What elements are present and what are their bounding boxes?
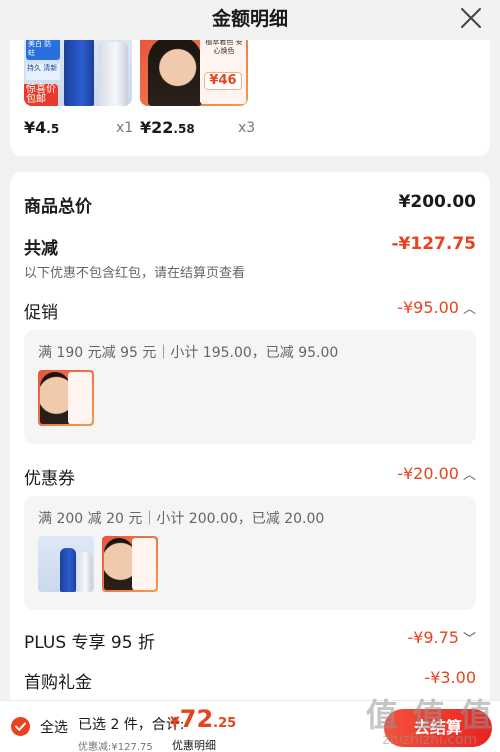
plus-value: -¥9.75 ﹀ (407, 628, 476, 647)
sheet-title: 金额明细 (211, 8, 288, 30)
promotion-row[interactable]: 促销 -¥95.00 ︿ (24, 298, 476, 324)
promotion-rule: 满 190 元减 95 元｜小计 195.00，已减 95.00 (38, 345, 339, 361)
image-tag: 美白 防蛀 (26, 38, 60, 60)
product-box (132, 538, 156, 590)
product-image-hairdye: 植萃着色 安心焕色 ¥46 (140, 34, 248, 106)
product-image-shampoo: 美白 防蛀 持久 清新 惊喜价 包邮 (24, 34, 132, 106)
bottle-shape (64, 36, 94, 106)
sheet-header: 金额明细 (0, 0, 500, 40)
promotion-value: -¥95.00 ︿ (397, 298, 476, 317)
coupon-row[interactable]: 优惠券 -¥20.00 ︿ (24, 464, 476, 490)
product-qty: x3 (238, 120, 256, 136)
reduce-value: -¥127.75 (391, 234, 477, 254)
model-figure (104, 538, 134, 590)
coupon-rule: 满 200 减 20 元｜小计 200.00，已减 20.00 (38, 511, 325, 527)
total-label: 商品总价 (24, 197, 92, 217)
chevron-up-icon[interactable]: ︿ (463, 468, 476, 483)
first-gift-row[interactable]: 首购礼金 -¥3.00 (24, 668, 476, 694)
select-all-label[interactable]: 全选 (40, 717, 68, 737)
product-card: 美白 防蛀 持久 清新 惊喜价 包邮 ¥4.5 x1 植萃着色 安心焕色 ¥46… (10, 34, 490, 156)
image-tag: 持久 清新 (26, 64, 60, 80)
reduce-row: 共减 -¥127.75 (24, 234, 476, 260)
model-figure (40, 372, 70, 424)
total-value: ¥200.00 (398, 192, 476, 212)
coupon-product-thumb-shampoo[interactable] (38, 536, 94, 592)
coupon-value: -¥20.00 ︿ (397, 464, 476, 483)
coupon-product-thumb-hairdye[interactable] (102, 536, 158, 592)
picked-count: 已选 2 件，合计: (78, 717, 185, 733)
product-price: ¥22.58 (140, 118, 195, 137)
chevron-up-icon[interactable]: ︿ (463, 302, 476, 317)
select-all-checkbox[interactable] (11, 717, 30, 736)
image-tag: 惊喜价 包邮 (24, 84, 58, 106)
first-gift-value: -¥3.00 (424, 668, 476, 687)
total-row: 商品总价 ¥200.00 (24, 192, 476, 218)
reduce-note: 以下优惠不包含红包，请在结算页查看 (24, 266, 246, 281)
chevron-down-icon[interactable]: ﹀ (463, 632, 476, 647)
amount-detail-card: 商品总价 ¥200.00 共减 -¥127.75 以下优惠不包含红包，请在结算页… (10, 172, 490, 752)
product-box: 植萃着色 安心焕色 ¥46 (200, 36, 246, 104)
promotion-product-thumb[interactable] (38, 370, 94, 426)
first-gift-label: 首购礼金 (24, 673, 92, 693)
coupon-detail-box: 满 200 减 20 元｜小计 200.00，已减 20.00 (24, 496, 476, 610)
checkmark-icon (15, 722, 26, 731)
discount-summary: 优惠减:¥127.75 (78, 742, 153, 752)
bottle-shape (98, 42, 128, 106)
checkout-bar: 全选 已选 2 件，合计: ¥72.25 优惠减:¥127.75 优惠明细 去结… (0, 700, 500, 752)
bottle-shape (76, 552, 92, 592)
plus-label: PLUS 专享 95 折 (24, 633, 155, 653)
reduce-label: 共减 (24, 239, 58, 259)
checkout-button[interactable]: 去结算 (384, 709, 492, 747)
model-figure (148, 36, 202, 106)
close-icon[interactable] (458, 5, 484, 31)
plus-row[interactable]: PLUS 专享 95 折 -¥9.75 ﹀ (24, 628, 476, 654)
product-qty: x1 (116, 120, 134, 136)
promotion-label: 促销 (24, 303, 58, 323)
promotion-detail-box: 满 190 元减 95 元｜小计 195.00，已减 95.00 (24, 330, 476, 444)
total-price: ¥72.25 (170, 705, 237, 733)
product-price: ¥4.5 (24, 118, 60, 137)
discount-detail-link[interactable]: 优惠明细 (172, 737, 216, 752)
bottle-shape (60, 548, 76, 592)
product-box (68, 372, 92, 424)
coupon-label: 优惠券 (24, 469, 75, 489)
